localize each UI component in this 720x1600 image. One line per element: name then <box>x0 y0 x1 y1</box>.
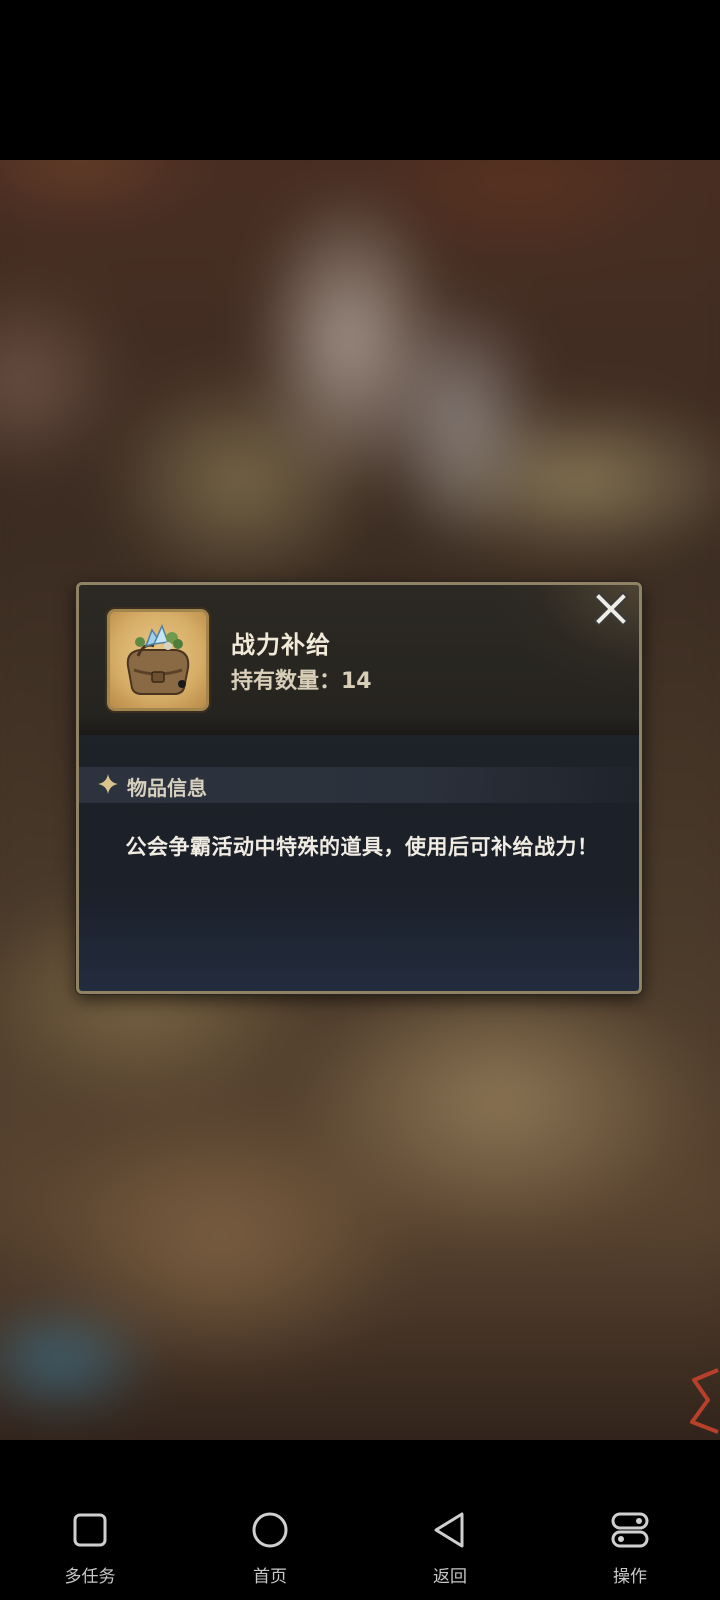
circle-icon <box>252 1512 288 1548</box>
nav-home-button[interactable]: 首页 <box>210 1440 330 1600</box>
triangle-back-icon <box>434 1512 464 1548</box>
nav-label-multitask: 多任务 <box>64 1567 116 1587</box>
close-x-icon <box>594 592 628 626</box>
close-button[interactable] <box>591 589 631 629</box>
item-info-dialog: 战力补给 持有数量：14 物品信息 公会争霸活动中特殊的道具，使用后可补给战力！ <box>76 582 642 994</box>
nav-label-action: 操作 <box>613 1567 647 1587</box>
section-title: 物品信息 <box>127 776 207 800</box>
supply-bag-icon <box>126 624 190 695</box>
item-name: 战力补给 <box>231 631 331 659</box>
item-description: 公会争霸活动中特殊的道具，使用后可补给战力！ <box>125 835 599 859</box>
nav-label-home: 首页 <box>253 1567 287 1587</box>
screen: 战力补给 持有数量：14 物品信息 公会争霸活动中特殊的道具，使用后可补给战力！… <box>0 0 720 1600</box>
navigation-bar: 多任务 首页 返回 操作 <box>0 1440 720 1600</box>
nav-multitask-button[interactable]: 多任务 <box>30 1440 150 1600</box>
nav-action-button[interactable]: 操作 <box>570 1440 690 1600</box>
nav-label-back: 返回 <box>433 1567 467 1587</box>
nav-back-button[interactable]: 返回 <box>390 1440 510 1600</box>
toggle-icon <box>611 1512 649 1548</box>
corner-decoration-icon <box>690 1368 719 1434</box>
square-icon <box>73 1513 107 1547</box>
section-header: 物品信息 <box>79 767 639 803</box>
item-icon <box>107 609 209 711</box>
item-quantity: 持有数量：14 <box>231 669 372 694</box>
sparkle-icon <box>98 774 118 794</box>
